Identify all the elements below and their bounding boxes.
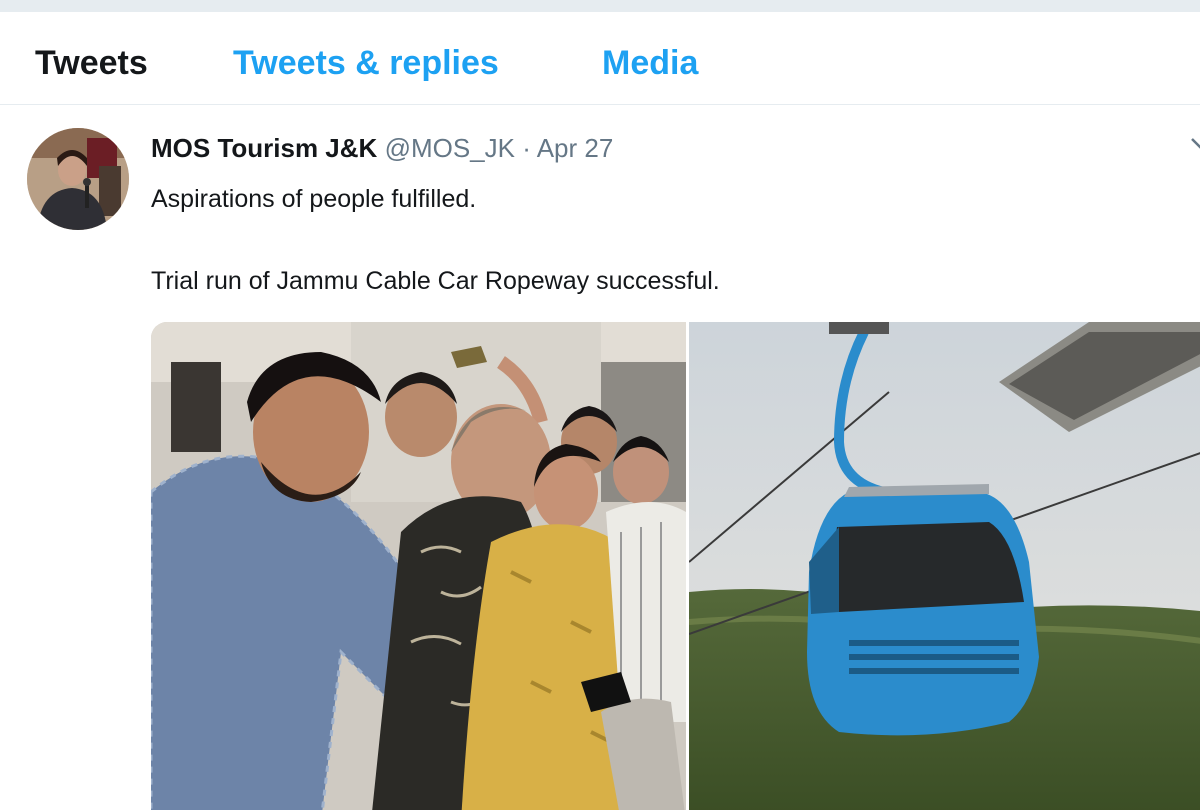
tab-tweets[interactable]: Tweets — [35, 44, 148, 83]
header-separator: · — [522, 133, 531, 163]
tweet[interactable]: MOS Tourism J&K @MOS_JK · Apr 27 Aspirat… — [0, 105, 1200, 810]
ribbon-cutting-photo[interactable] — [151, 322, 686, 810]
tweet-date[interactable]: Apr 27 — [537, 133, 614, 163]
tweet-text-line-2: Trial run of Jammu Cable Car Ropeway suc… — [151, 267, 720, 295]
tweet-text-line-1: Aspirations of people fulfilled. — [151, 185, 477, 213]
cable-car-gondola-photo[interactable] — [689, 322, 1200, 810]
tab-media[interactable]: Media — [602, 44, 698, 83]
tab-tweets-and-replies[interactable]: Tweets & replies — [233, 44, 499, 83]
profile-timeline-panel: Tweets Tweets & replies Media MOS Touris… — [0, 12, 1200, 810]
avatar-photo — [27, 128, 129, 230]
profile-tabs: Tweets Tweets & replies Media — [0, 12, 1200, 105]
author-name[interactable]: MOS Tourism J&K — [151, 133, 377, 163]
author-handle[interactable]: @MOS_JK — [385, 133, 515, 163]
avatar[interactable] — [27, 128, 129, 230]
tweet-header: MOS Tourism J&K @MOS_JK · Apr 27 — [151, 133, 613, 164]
chevron-down-icon[interactable] — [1188, 133, 1200, 153]
